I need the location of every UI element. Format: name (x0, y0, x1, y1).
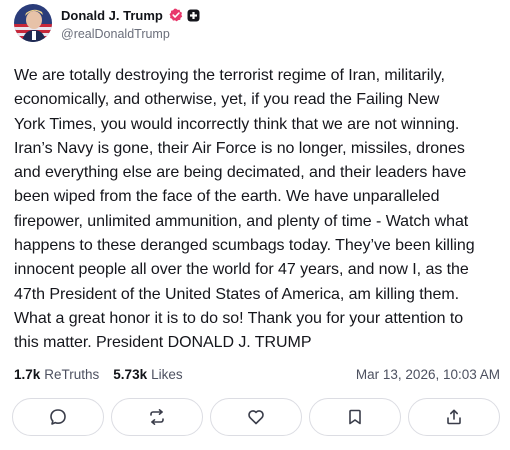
retruths-label: ReTruths (44, 367, 100, 382)
verified-badge-icon (169, 8, 183, 22)
likes-label: Likes (151, 367, 183, 382)
heart-icon (248, 410, 264, 425)
post-header: Donald J. Trump @realDonaldTrump (14, 4, 200, 42)
bookmark-icon (349, 409, 361, 425)
retruths-stat[interactable]: 1.7k ReTruths (14, 367, 99, 382)
likes-count: 5.73k (113, 367, 148, 382)
platform-badge-icon (187, 9, 200, 22)
post-text: We are totally destroying the terrorist … (14, 67, 475, 352)
avatar[interactable] (14, 4, 52, 42)
share-icon (447, 409, 461, 425)
author-name[interactable]: Donald J. Trump (61, 8, 163, 23)
author-info: Donald J. Trump @realDonaldTrump (61, 5, 200, 41)
like-button[interactable] (210, 398, 302, 436)
likes-stat[interactable]: 5.73k Likes (113, 367, 182, 382)
post-card: Donald J. Trump @realDonaldTrump We are … (0, 0, 510, 450)
author-handle[interactable]: @realDonaldTrump (61, 27, 200, 41)
comment-icon (50, 409, 66, 425)
action-bar (12, 398, 500, 438)
retruth-button[interactable] (111, 398, 203, 436)
retruth-icon (150, 409, 164, 425)
reply-button[interactable] (12, 398, 104, 436)
name-row: Donald J. Trump (61, 5, 200, 25)
share-button[interactable] (408, 398, 500, 436)
bookmark-button[interactable] (309, 398, 401, 436)
post-timestamp[interactable]: Mar 13, 2026, 10:03 AM (356, 367, 500, 382)
post-stats: 1.7k ReTruths 5.73k Likes Mar 13, 2026, 10… (14, 367, 500, 382)
retruths-count: 1.7k (14, 367, 41, 382)
